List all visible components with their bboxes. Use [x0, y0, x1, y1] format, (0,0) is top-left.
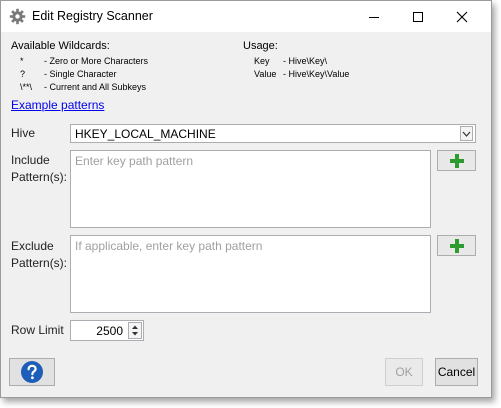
- exclude-placeholder: If applicable, enter key path pattern: [75, 239, 263, 253]
- minimize-button[interactable]: [351, 1, 397, 32]
- chevron-down-icon[interactable]: [460, 126, 473, 141]
- example-patterns-link[interactable]: Example patterns: [11, 98, 104, 112]
- include-label-line2: Pattern(s):: [11, 170, 68, 184]
- hive-select-value: HKEY_LOCAL_MACHINE: [75, 127, 216, 141]
- plus-icon: [449, 153, 464, 168]
- wildcard-description: - Zero or More Characters: [44, 56, 149, 66]
- cancel-button[interactable]: Cancel: [435, 358, 478, 386]
- ok-button[interactable]: OK: [385, 358, 423, 386]
- usage-value: - Hive\Key\Value: [283, 69, 350, 79]
- wildcard-symbol: \**\: [20, 82, 33, 92]
- close-button[interactable]: [439, 1, 485, 32]
- add-exclude-pattern-button[interactable]: [437, 235, 476, 256]
- usage-heading: Usage:: [243, 40, 278, 52]
- wildcards-heading: Available Wildcards:: [11, 40, 110, 52]
- gear-icon: [9, 8, 26, 25]
- exclude-label-line2: Pattern(s):: [11, 256, 68, 270]
- spinner-icon[interactable]: [128, 322, 142, 339]
- usage-key: Key: [254, 56, 270, 66]
- wildcard-description: - Current and All Subkeys: [44, 82, 147, 92]
- row-limit-label: Row Limit: [11, 323, 64, 337]
- usage-key: Value: [254, 69, 277, 79]
- dialog-window: Edit Registry Scanner Available Wildcard…: [0, 0, 492, 398]
- usage-value: - Hive\Key\: [283, 56, 328, 66]
- wildcard-description: - Single Character: [44, 69, 117, 79]
- exclude-label-line1: Exclude: [11, 239, 54, 253]
- add-include-pattern-button[interactable]: [437, 150, 476, 171]
- include-label: Include Pattern(s):: [11, 152, 67, 186]
- maximize-button[interactable]: [395, 1, 441, 32]
- dialog-content: Available Wildcards: * - Zero or More Ch…: [1, 32, 491, 397]
- wildcard-symbol: ?: [20, 69, 26, 79]
- minimize-icon: [369, 16, 379, 18]
- exclude-label: Exclude Pattern(s):: [11, 238, 67, 272]
- wildcard-symbol: *: [20, 56, 24, 66]
- plus-icon: [449, 238, 464, 253]
- row-limit-stepper[interactable]: 2500: [70, 320, 144, 341]
- close-icon: [456, 11, 468, 22]
- hive-select[interactable]: HKEY_LOCAL_MACHINE: [70, 124, 476, 143]
- window-title: Edit Registry Scanner: [32, 9, 153, 23]
- question-icon: [21, 361, 43, 383]
- exclude-patterns-input[interactable]: If applicable, enter key path pattern: [70, 235, 431, 313]
- help-button[interactable]: [9, 358, 55, 386]
- title-bar: Edit Registry Scanner: [1, 1, 491, 32]
- maximize-icon: [413, 11, 423, 22]
- row-limit-value: 2500: [96, 324, 123, 338]
- include-label-line1: Include: [11, 153, 50, 167]
- include-patterns-input[interactable]: Enter key path pattern: [70, 150, 431, 228]
- include-placeholder: Enter key path pattern: [75, 154, 194, 168]
- hive-label: Hive: [11, 126, 36, 140]
